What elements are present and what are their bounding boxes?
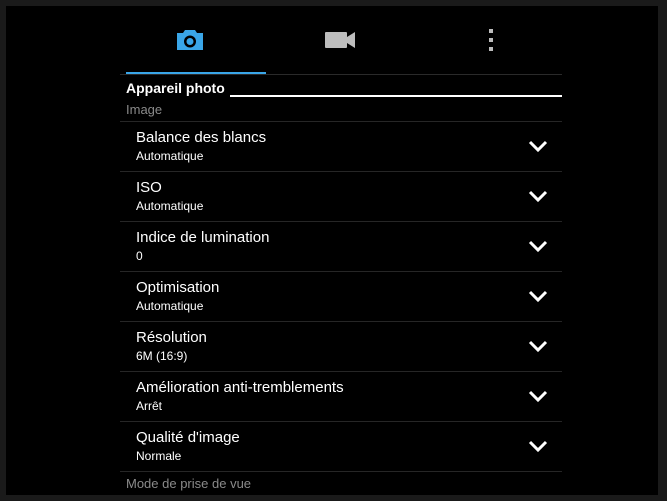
- setting-title: Optimisation: [136, 279, 220, 296]
- tab-more-options[interactable]: [461, 20, 521, 60]
- setting-exposure-index[interactable]: Indice de lumination 0: [120, 221, 562, 271]
- chevron-down-icon[interactable]: [528, 189, 548, 203]
- camera-icon: [177, 30, 203, 50]
- chevron-down-icon[interactable]: [528, 239, 548, 253]
- setting-optimisation[interactable]: Optimisation Automatique: [120, 271, 562, 321]
- category-image: Image: [126, 102, 163, 117]
- setting-image-quality[interactable]: Qualité d'image Normale: [120, 421, 562, 471]
- setting-value: Automatique: [136, 299, 204, 313]
- setting-value: Automatique: [136, 149, 204, 163]
- setting-title: Indice de lumination: [136, 229, 270, 246]
- chevron-down-icon[interactable]: [528, 289, 548, 303]
- setting-value: 0: [136, 249, 143, 263]
- section-title: Appareil photo: [120, 77, 562, 99]
- setting-title: Qualité d'image: [136, 429, 240, 446]
- setting-value: Normale: [136, 449, 182, 463]
- divider: [120, 74, 562, 75]
- setting-value: 6M (16:9): [136, 349, 188, 363]
- setting-title: Amélioration anti-tremblements: [136, 379, 344, 396]
- setting-iso[interactable]: ISO Automatique: [120, 171, 562, 221]
- tab-video[interactable]: [310, 20, 370, 60]
- settings-panel: Appareil photo Image Balance des blancs …: [6, 6, 658, 495]
- tab-bar: [6, 6, 658, 72]
- settings-list: Appareil photo Image Balance des blancs …: [120, 74, 562, 495]
- setting-value: Arrêt: [136, 399, 163, 413]
- more-vertical-icon: [489, 29, 493, 51]
- tab-camera[interactable]: [160, 20, 220, 60]
- setting-white-balance[interactable]: Balance des blancs Automatique: [120, 121, 562, 171]
- setting-title: Résolution: [136, 329, 207, 346]
- video-icon: [325, 32, 355, 48]
- chevron-down-icon[interactable]: [528, 339, 548, 353]
- section-title-rule: [230, 95, 562, 97]
- setting-title: Balance des blancs: [136, 129, 267, 146]
- category-shooting-mode: Mode de prise de vue: [120, 471, 562, 496]
- setting-value: Automatique: [136, 199, 204, 213]
- chevron-down-icon[interactable]: [528, 139, 548, 153]
- chevron-down-icon[interactable]: [528, 389, 548, 403]
- setting-title: ISO: [136, 179, 162, 196]
- chevron-down-icon[interactable]: [528, 439, 548, 453]
- section-title-label: Appareil photo: [126, 80, 225, 96]
- setting-anti-shake[interactable]: Amélioration anti-tremblements Arrêt: [120, 371, 562, 421]
- setting-resolution[interactable]: Résolution 6M (16:9): [120, 321, 562, 371]
